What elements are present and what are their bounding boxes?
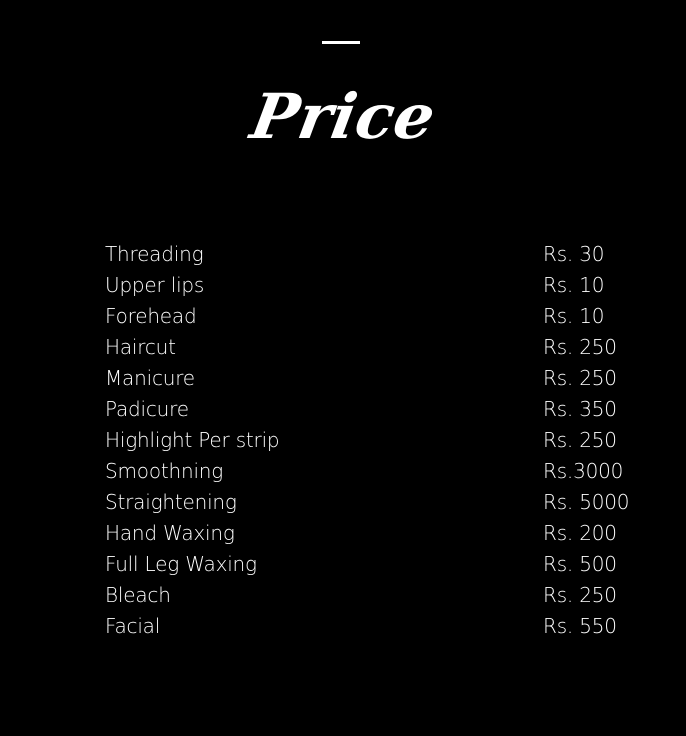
service-name: Highlight Per strip — [105, 428, 280, 452]
price-row: Straightening Rs. 5000 — [105, 487, 630, 518]
service-name: Padicure — [105, 397, 189, 421]
service-name: Facial — [105, 614, 161, 638]
service-name: Bleach — [105, 583, 171, 607]
price-row: Bleach Rs. 250 — [105, 580, 625, 611]
price-row: Padicure Rs. 350 — [105, 394, 625, 425]
price-row: Hand Waxing Rs. 200 — [105, 518, 625, 549]
price-row: Haircut Rs. 250 — [105, 332, 625, 363]
service-price: Rs. 500 — [543, 552, 617, 576]
price-row: Manicure Rs. 250 — [105, 363, 625, 394]
price-row: Facial Rs. 550 — [105, 611, 625, 642]
service-price: Rs. 550 — [543, 614, 617, 638]
page-title: Price — [245, 80, 441, 153]
price-list: Threading Rs. 30 Upper lips Rs. 10 Foreh… — [105, 239, 630, 642]
service-name: Manicure — [105, 366, 195, 390]
title-container: Price — [0, 80, 686, 153]
service-price: Rs. 350 — [543, 397, 617, 421]
price-row: Highlight Per strip Rs. 250 — [105, 425, 625, 456]
service-price: Rs. 30 — [543, 242, 605, 266]
service-price: Rs. 5000 — [543, 490, 630, 514]
price-row: Full Leg Waxing Rs. 500 — [105, 549, 625, 580]
price-row: Upper lips Rs. 10 — [105, 270, 625, 301]
service-name: Straightening — [105, 490, 237, 514]
service-name: Smoothning — [105, 459, 224, 483]
service-name: Hand Waxing — [105, 521, 235, 545]
service-name: Threading — [105, 242, 204, 266]
service-price: Rs. 10 — [543, 304, 605, 328]
service-name: Haircut — [105, 335, 176, 359]
service-price: Rs. 10 — [543, 273, 605, 297]
service-price: Rs. 200 — [543, 521, 617, 545]
price-row: Forehead Rs. 10 — [105, 301, 625, 332]
price-row: Smoothning Rs.3000 — [105, 456, 625, 487]
service-price: Rs. 250 — [543, 366, 617, 390]
title-accent-bar — [322, 41, 360, 44]
service-price: Rs. 250 — [543, 583, 617, 607]
service-name: Full Leg Waxing — [105, 552, 257, 576]
service-price: Rs. 250 — [543, 335, 617, 359]
service-price: Rs.3000 — [543, 459, 624, 483]
price-row: Threading Rs. 30 — [105, 239, 625, 270]
service-price: Rs. 250 — [543, 428, 617, 452]
service-name: Forehead — [105, 304, 197, 328]
service-name: Upper lips — [105, 273, 205, 297]
